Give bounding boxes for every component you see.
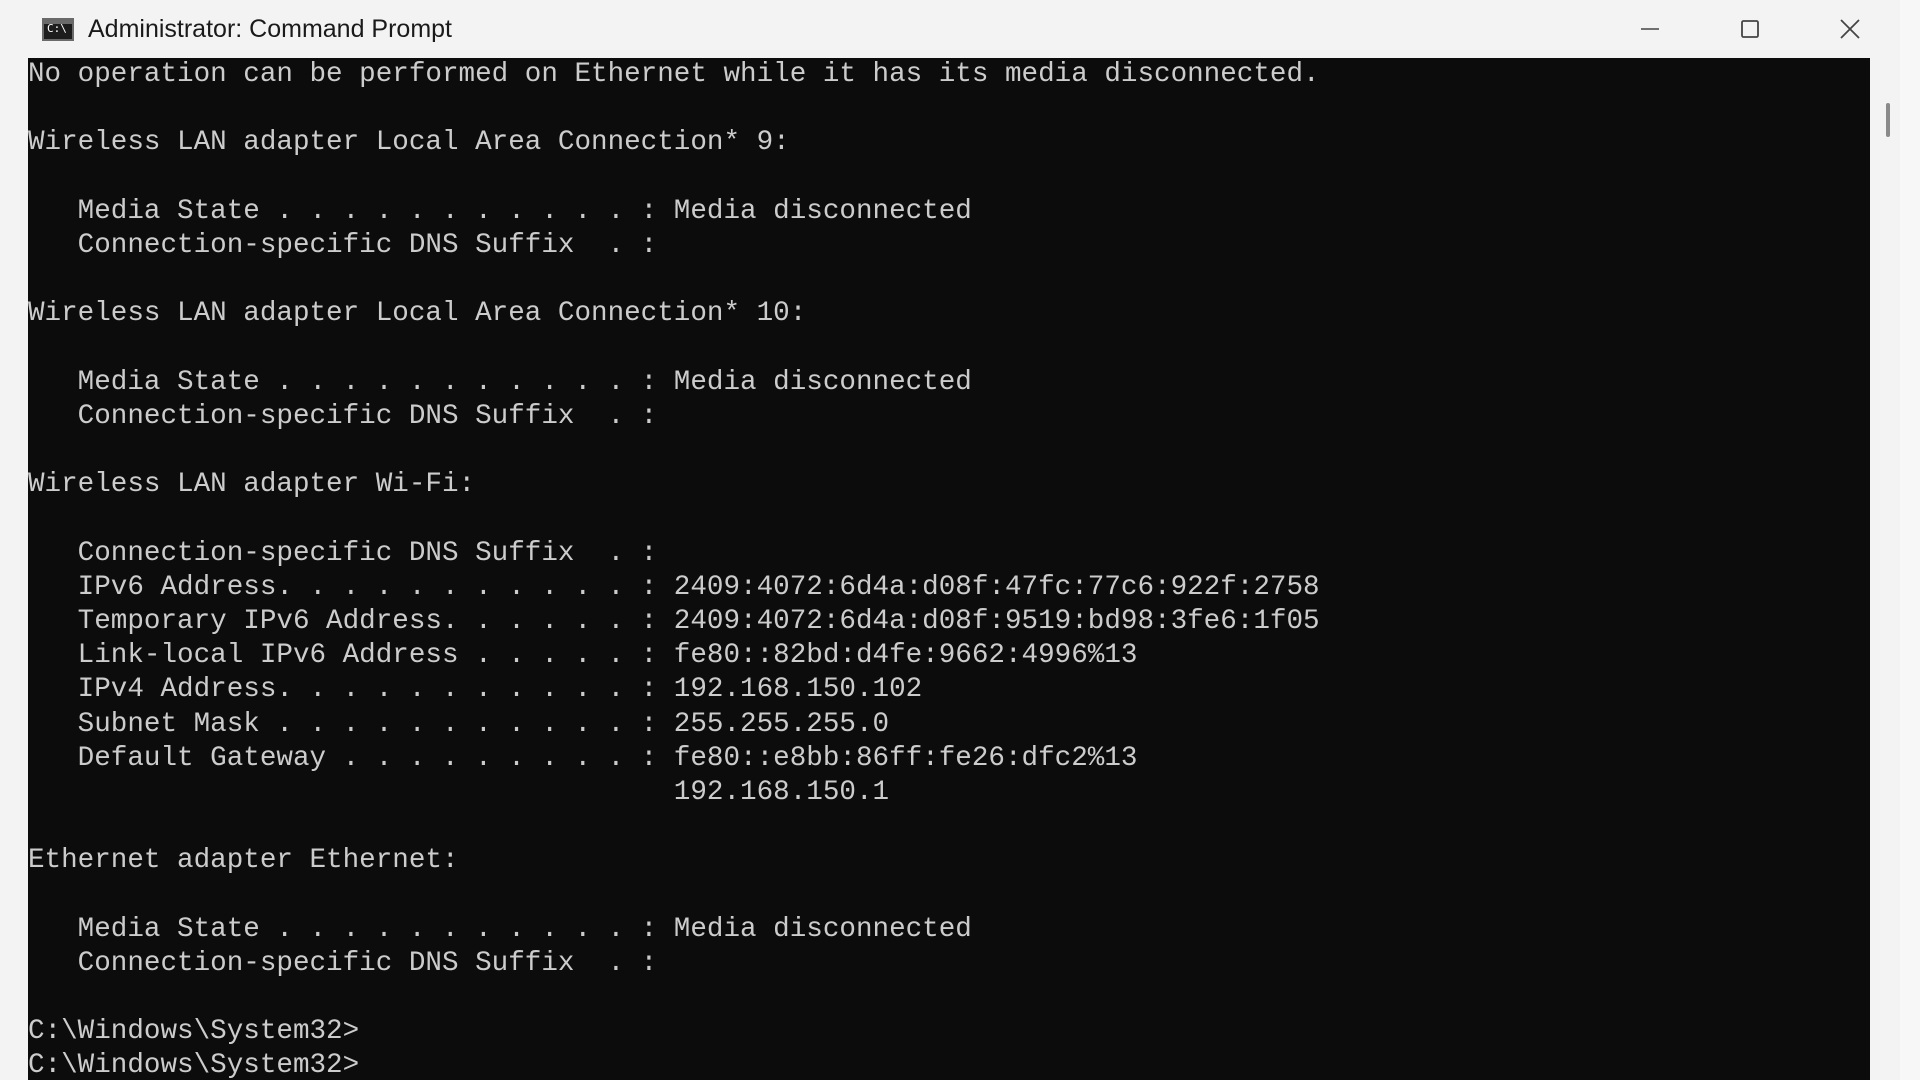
console-line: Ethernet adapter Ethernet: [28, 845, 459, 877]
window-left-border [0, 58, 28, 1080]
console-line: C:\Windows\System32> [28, 1050, 360, 1080]
title-bar[interactable]: C:\ Administrator: Command Prompt [0, 0, 1900, 58]
close-button[interactable] [1800, 0, 1900, 58]
minimize-icon [1641, 28, 1659, 30]
cmd-icon[interactable]: C:\ [42, 17, 74, 41]
command-prompt-window[interactable]: C:\ Administrator: Command Prompt No ope… [0, 0, 1901, 1080]
console-line: Connection-specific DNS Suffix . : [28, 537, 658, 569]
console-line: Wireless LAN adapter Local Area Connecti… [28, 127, 790, 159]
console-output[interactable]: No operation can be performed on Etherne… [28, 58, 1870, 1080]
background-window-edge [1900, 0, 1920, 1080]
vertical-scrollbar[interactable] [1870, 58, 1900, 1080]
close-icon [1840, 19, 1860, 39]
console-line: Wireless LAN adapter Local Area Connecti… [28, 298, 807, 330]
console-line: Link-local IPv6 Address . . . . . : fe80… [28, 640, 1138, 672]
console-line: C:\Windows\System32> [28, 1016, 360, 1048]
console-line: IPv6 Address. . . . . . . . . . . : 2409… [28, 571, 1320, 603]
maximize-icon [1741, 20, 1759, 38]
console-line: Subnet Mask . . . . . . . . . . . : 255.… [28, 708, 890, 740]
console-line: No operation can be performed on Etherne… [28, 59, 1320, 90]
console-line: Media State . . . . . . . . . . . : Medi… [28, 366, 972, 398]
minimize-button[interactable] [1600, 0, 1700, 58]
console-line: Connection-specific DNS Suffix . : [28, 947, 658, 979]
desktop: C:\ Administrator: Command Prompt No ope… [0, 0, 1920, 1080]
console-line: Wireless LAN adapter Wi-Fi: [28, 469, 476, 501]
console-line: Connection-specific DNS Suffix . : [28, 400, 658, 432]
console-line: Media State . . . . . . . . . . . : Medi… [28, 195, 972, 227]
window-title: Administrator: Command Prompt [88, 14, 453, 43]
window-controls [1600, 0, 1900, 58]
scrollbar-thumb[interactable] [1886, 103, 1890, 137]
maximize-button[interactable] [1700, 0, 1800, 58]
console-line: 192.168.150.1 [28, 776, 890, 808]
console-lines: No operation can be performed on Etherne… [28, 58, 1320, 1080]
console-line: Default Gateway . . . . . . . . . : fe80… [28, 742, 1138, 774]
console-line: Media State . . . . . . . . . . . : Medi… [28, 913, 972, 945]
console-line: Temporary IPv6 Address. . . . . . : 2409… [28, 606, 1320, 637]
console-line: Connection-specific DNS Suffix . : [28, 229, 658, 261]
console-line: IPv4 Address. . . . . . . . . . . : 192.… [28, 674, 923, 706]
